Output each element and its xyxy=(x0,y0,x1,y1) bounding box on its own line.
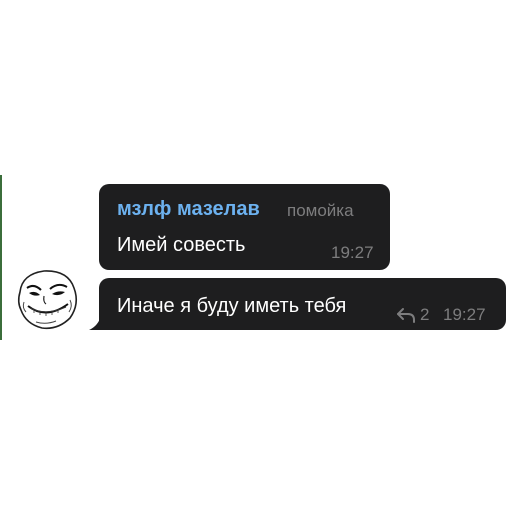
message-time-2: 19:27 xyxy=(443,305,486,324)
message-text-1: Имей совесть xyxy=(117,234,246,256)
chat-view: мзлф мазелав помойка Имей совесть 19:27 … xyxy=(0,0,512,512)
reply-count[interactable]: 2 xyxy=(420,305,429,325)
sender-title: помойка xyxy=(287,201,354,220)
message-time-1: 19:27 xyxy=(331,243,374,262)
window-edge-line xyxy=(0,175,2,340)
sender-name[interactable]: мзлф мазелав xyxy=(117,198,260,221)
message-text-2: Иначе я буду иметь тебя xyxy=(117,295,347,317)
bubble-tail xyxy=(89,316,101,330)
avatar[interactable] xyxy=(10,262,82,334)
reply-arrow-icon[interactable] xyxy=(396,307,416,324)
trollface-avatar-icon xyxy=(11,263,81,333)
